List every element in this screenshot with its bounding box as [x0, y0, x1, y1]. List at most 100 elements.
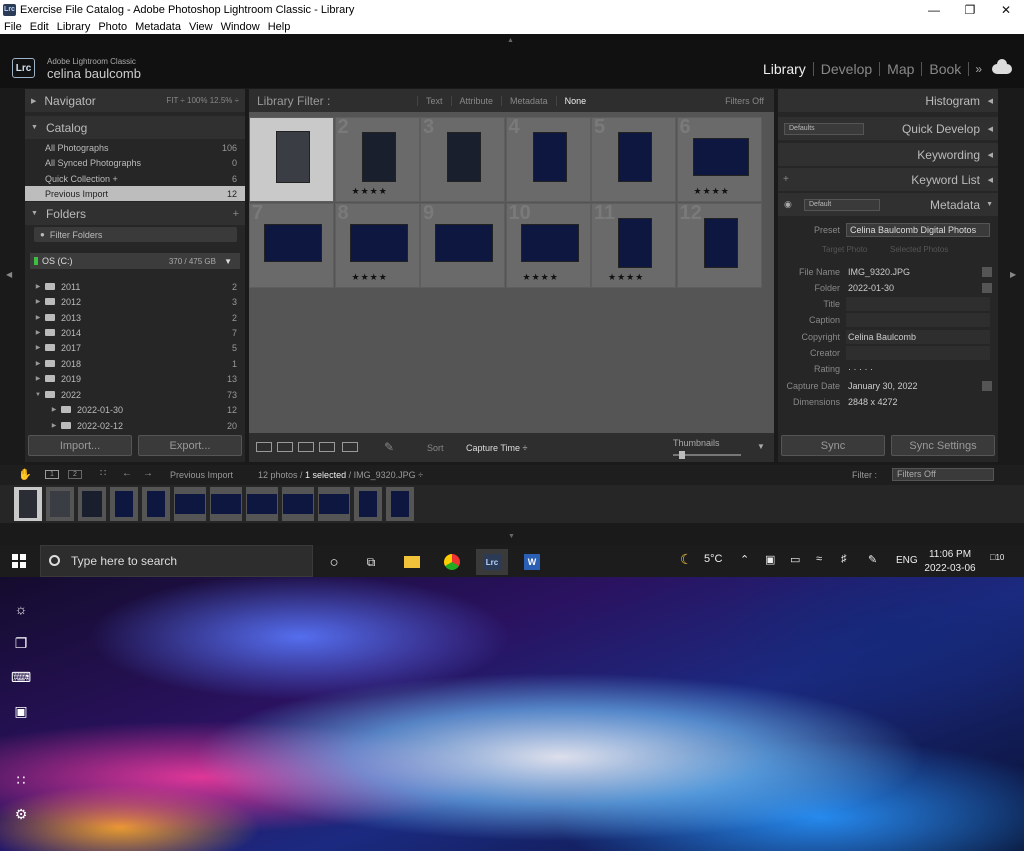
windows-icon[interactable]: ❐	[13, 635, 29, 651]
survey-view-icon[interactable]	[319, 442, 335, 452]
folder-triangle-icon[interactable]: ▶	[31, 344, 45, 351]
star-rating[interactable]: ★★★★	[523, 272, 559, 283]
page-2-button[interactable]: 2	[68, 470, 82, 479]
folder-item[interactable]: ▶ 2022-01-30 12	[25, 402, 245, 417]
filmstrip-thumbnail[interactable]	[354, 487, 382, 521]
photo-thumbnail[interactable]	[692, 138, 749, 176]
photo-thumbnail[interactable]	[349, 223, 408, 262]
folder-triangle-icon[interactable]: ▶	[31, 283, 45, 290]
windows-start-icon[interactable]	[12, 554, 26, 568]
taskbar-search[interactable]: Type here to search	[40, 545, 313, 577]
grid-cell[interactable]: 3	[420, 116, 505, 202]
taskbar-clock[interactable]: 11:06 PM 2022-03-06	[920, 548, 980, 576]
filmstrip-thumbnail[interactable]	[318, 487, 350, 521]
battery-icon[interactable]: ▭	[790, 553, 800, 566]
cortana-icon[interactable]: ○	[318, 549, 350, 575]
filter-metadata[interactable]: Metadata	[501, 95, 556, 106]
metadata-preset-select[interactable]: Celina Baulcomb Digital Photos	[846, 222, 990, 237]
catalog-item-all-photographs[interactable]: All Photographs 106	[25, 140, 245, 155]
folder-item[interactable]: ▶ 2019 13	[25, 371, 245, 386]
quick-develop-header[interactable]: Defaults Quick Develop ◀	[778, 117, 998, 140]
add-folder-button[interactable]: +	[233, 208, 239, 220]
catalog-header[interactable]: ▼ Catalog	[25, 116, 245, 139]
metadata-input[interactable]	[846, 296, 990, 311]
module-library[interactable]: Library	[756, 62, 814, 76]
bottom-panel-toggle-icon[interactable]: ▼	[508, 533, 515, 540]
keywording-header[interactable]: Keywording ◀	[778, 143, 998, 166]
right-panel-toggle-icon[interactable]: ▶	[1010, 270, 1016, 279]
grid-icon[interactable]: ∷	[100, 468, 106, 479]
filter-attribute[interactable]: Attribute	[450, 95, 502, 106]
photo-thumbnail[interactable]	[703, 217, 738, 268]
selected-photos-label[interactable]: Selected Photos	[890, 245, 948, 254]
photo-thumbnail[interactable]	[520, 223, 579, 262]
target-photo-label[interactable]: Target Photo	[822, 245, 867, 254]
grid-view-icon[interactable]	[256, 442, 272, 452]
apps-icon[interactable]: ∷	[13, 772, 29, 788]
folder-triangle-icon[interactable]: ▼	[31, 392, 45, 398]
brightness-icon[interactable]: ☼	[13, 601, 29, 617]
forward-arrow-icon[interactable]: →	[143, 468, 153, 479]
task-view-icon[interactable]: ⧉	[355, 549, 387, 575]
metadata-value[interactable]: Celina Baulcomb	[848, 332, 916, 342]
volume-os-c[interactable]: OS (C:) 370 / 475 GB ▼	[30, 253, 240, 269]
filmstrip-thumbnail[interactable]	[246, 487, 278, 521]
folder-item[interactable]: ▶ 2011 2	[25, 279, 245, 294]
chrome-icon[interactable]	[436, 549, 468, 575]
navigator-zoom-options[interactable]: FIT ÷ 100% 12.5% ÷	[166, 96, 239, 105]
grid-cell[interactable]: 7	[249, 202, 334, 288]
folder-item[interactable]: ▶ 2022-02-12 20	[25, 418, 245, 433]
eye-icon[interactable]: ◉	[784, 199, 792, 210]
photo-thumbnail[interactable]	[618, 217, 652, 268]
folder-triangle-icon[interactable]: ▶	[31, 298, 45, 305]
sync-metadata-button[interactable]: Sync	[781, 435, 885, 456]
weather-moon-icon[interactable]: ☾	[680, 551, 693, 568]
compare-view-icon[interactable]	[298, 442, 314, 452]
toolbar-options-icon[interactable]: ▼	[757, 442, 765, 451]
file-explorer-icon[interactable]	[396, 549, 428, 575]
filmstrip-thumbnail[interactable]	[210, 487, 242, 521]
more-modules-icon[interactable]: »	[969, 62, 988, 76]
filters-off-dropdown[interactable]: Filters Off	[725, 96, 764, 106]
filmstrip-info[interactable]: 12 photos / 1 selected / IMG_9320.JPG ÷	[258, 470, 423, 480]
filmstrip-thumbnail[interactable]	[386, 487, 414, 521]
star-rating[interactable]: ★★★★	[694, 186, 730, 197]
menu-window[interactable]: Window	[221, 21, 260, 33]
filter-none[interactable]: None	[555, 95, 595, 106]
filmstrip-thumbnail[interactable]	[14, 487, 42, 521]
menu-edit[interactable]: Edit	[30, 21, 49, 33]
metadata-action-icon[interactable]	[982, 380, 992, 391]
folder-triangle-icon[interactable]: ▶	[31, 360, 45, 367]
quick-develop-preset-dropdown[interactable]: Defaults	[784, 122, 864, 135]
navigator-header[interactable]: ▶ Navigator FIT ÷ 100% 12.5% ÷	[25, 89, 245, 112]
grid-cell[interactable]: ★★★★	[249, 117, 334, 202]
module-develop[interactable]: Develop	[814, 62, 881, 76]
metadata-input[interactable]	[846, 345, 990, 360]
menu-help[interactable]: Help	[268, 21, 291, 33]
menu-view[interactable]: View	[189, 21, 213, 33]
photo-thumbnail[interactable]	[618, 132, 652, 182]
menu-library[interactable]: Library	[57, 21, 91, 33]
folder-item[interactable]: ▶ 2012 3	[25, 294, 245, 309]
loupe-view-icon[interactable]	[277, 442, 293, 452]
word-icon[interactable]: W	[516, 549, 548, 575]
folder-triangle-icon[interactable]: ▶	[47, 406, 61, 413]
folders-header[interactable]: ▼ Folders +	[25, 202, 245, 225]
target-photo-toggle[interactable]: Target Photo Selected Photos	[778, 245, 998, 258]
catalog-item-all-synced[interactable]: All Synced Photographs 0	[25, 155, 245, 170]
menu-metadata[interactable]: Metadata	[135, 21, 181, 33]
metadata-action-icon[interactable]	[982, 282, 992, 293]
catalog-item-previous-import[interactable]: Previous Import 12	[25, 186, 245, 201]
painter-icon[interactable]: ✎	[384, 440, 394, 454]
laptop-icon[interactable]: ▣	[13, 703, 29, 719]
histogram-header[interactable]: Histogram ◀	[778, 89, 998, 112]
thumbnail-size-slider[interactable]	[673, 451, 741, 459]
metadata-header[interactable]: ◉ Default Metadata ▼	[778, 193, 998, 216]
cloud-icon[interactable]	[992, 59, 1012, 74]
metadata-input[interactable]	[846, 312, 990, 327]
grid-cell[interactable]: 4	[505, 116, 591, 202]
filmstrip-filter-dropdown[interactable]: Filters Off	[892, 468, 994, 481]
export-button[interactable]: Export...	[138, 435, 242, 456]
grid-cell[interactable]: 2 ★★★★	[334, 116, 420, 202]
grid-cell[interactable]: 8 ★★★★	[334, 202, 420, 288]
